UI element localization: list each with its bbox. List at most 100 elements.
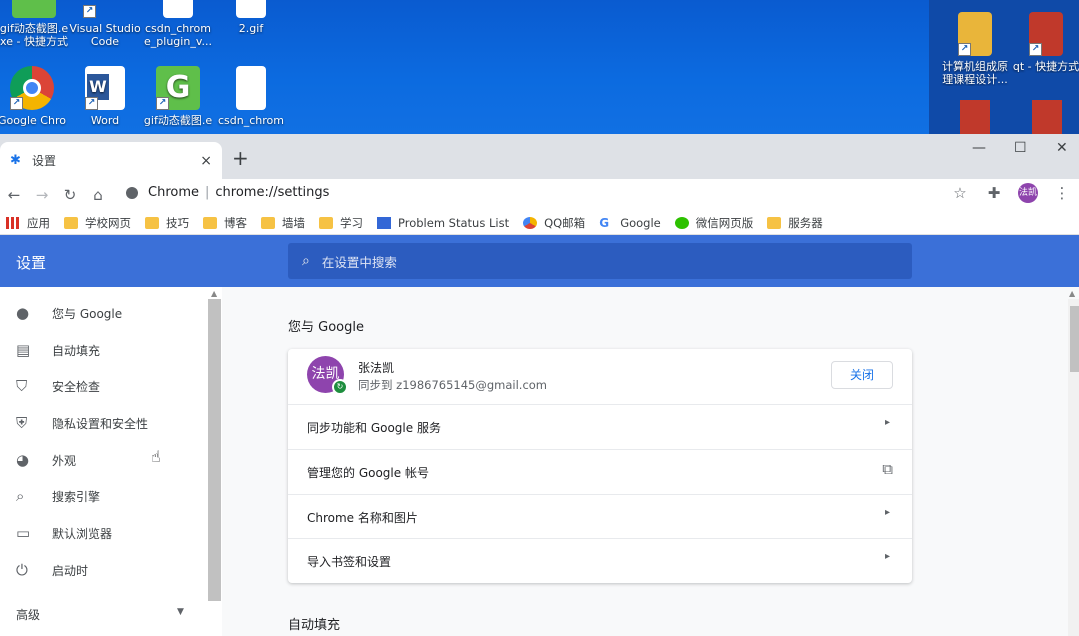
- desktop-icon[interactable]: gif动态截图.e xe - 快捷方式: [0, 0, 72, 48]
- shortcut-arrow-icon: ↗: [85, 97, 98, 110]
- bookmark-folder[interactable]: 服务器: [767, 215, 823, 231]
- main-scrollbar-thumb[interactable]: [1070, 306, 1079, 372]
- scroll-up-arrow-icon[interactable]: ▲: [211, 289, 217, 298]
- shortcut-arrow-icon: ↗: [10, 97, 23, 110]
- sidebar-advanced[interactable]: 高级: [16, 606, 40, 623]
- word-icon: W ↗: [85, 66, 125, 110]
- row-import-bookmarks[interactable]: 导入书签和设置 ▸: [288, 538, 912, 583]
- sidebar-scrollbar[interactable]: [208, 299, 221, 601]
- desktop-icon[interactable]: csdn_chrom e_plugin_v...: [140, 0, 216, 48]
- bookmark-folder[interactable]: 技巧: [145, 215, 189, 231]
- desktop-icon[interactable]: ↗ 计算机组成原 理课程设计...: [937, 12, 1013, 86]
- address-bar[interactable]: Chrome | chrome://settings: [126, 185, 329, 200]
- sidebar-item-safety-check[interactable]: ⛉ 安全检查: [0, 368, 208, 404]
- chevron-right-icon: ▸: [884, 507, 890, 518]
- reload-icon[interactable]: ↻: [56, 186, 84, 204]
- bookmark-link[interactable]: 微信网页版: [674, 215, 754, 231]
- gif-tool-icon: [12, 0, 56, 18]
- menu-icon[interactable]: ⋮: [1045, 184, 1079, 202]
- tab-settings[interactable]: ✱ 设置 ×: [0, 142, 222, 179]
- forward-icon[interactable]: →: [28, 186, 56, 204]
- sidebar-item-label: 安全检查: [52, 379, 101, 394]
- gear-icon: ✱: [10, 152, 21, 168]
- section-title-you-google: 您与 Google: [288, 320, 364, 335]
- archive-icon[interactable]: [1032, 100, 1062, 134]
- bookmarks-bar: 应用 学校网页 技巧 博客 墙墙 学习 Problem Status List …: [0, 211, 1079, 235]
- sidebar-item-autofill[interactable]: ▤ 自动填充: [0, 332, 208, 368]
- qqmail-icon: [523, 216, 538, 229]
- bookmark-label: QQ邮箱: [544, 215, 586, 230]
- sidebar-item-on-startup[interactable]: ⏻ 启动时: [0, 552, 208, 588]
- shield-icon: ⛨: [16, 414, 28, 432]
- sidebar-item-label: 搜索引擎: [52, 489, 101, 504]
- row-label: 管理您的 Google 帐号: [307, 466, 429, 480]
- shield-check-icon: ⛉: [16, 377, 28, 395]
- folder-icon: [319, 216, 333, 229]
- bookmark-folder[interactable]: 墙墙: [261, 215, 305, 231]
- chrome-logo-icon: [126, 186, 138, 199]
- row-sync-services[interactable]: 同步功能和 Google 服务 ▸: [288, 404, 912, 449]
- desktop-icon[interactable]: ↗ Google Chro: [0, 66, 70, 127]
- bookmark-folder[interactable]: 学习: [319, 215, 363, 231]
- scroll-up-arrow-icon[interactable]: ▲: [1069, 289, 1075, 298]
- minimize-button[interactable]: —: [972, 140, 986, 156]
- row-chrome-name-picture[interactable]: Chrome 名称和图片 ▸: [288, 494, 912, 539]
- bookmark-label: 服务器: [788, 215, 823, 230]
- desktop-icon[interactable]: ↗ qt - 快捷方式: [1008, 12, 1079, 73]
- bookmark-star-icon[interactable]: ☆: [943, 184, 977, 202]
- archive-icon[interactable]: [960, 100, 990, 134]
- browser-window-icon: ▭: [16, 524, 31, 542]
- bookmark-folder[interactable]: 学校网页: [64, 215, 131, 231]
- desktop-icon-label: csdn_chrom e_plugin_v...: [144, 22, 212, 48]
- browser-window: ✱ 设置 × + — ☐ ✕ ← → ↻ ⌂ Chrome | chrome:/…: [0, 134, 1079, 636]
- toolbar-right: ☆ ✚ 法凯 ⋮: [943, 183, 1079, 203]
- sidebar-item-label: 启动时: [52, 563, 89, 578]
- bookmark-link[interactable]: QQ邮箱: [523, 215, 585, 231]
- chevron-right-icon: ▸: [884, 417, 890, 428]
- bookmark-label: 微信网页版: [695, 215, 754, 230]
- search-icon: ⌕: [302, 253, 310, 269]
- settings-header: 设置 ⌕ 在设置中搜索: [0, 235, 1079, 287]
- desktop-icon[interactable]: W ↗ Word: [67, 66, 143, 127]
- settings-sidebar: ● 您与 Google ▤ 自动填充 ⛉ 安全检查 ⛨ 隐私设置和安全性 ◕ 外…: [0, 287, 222, 636]
- toolbar: ← → ↻ ⌂ Chrome | chrome://settings ☆ ✚ 法…: [0, 179, 1079, 211]
- sidebar-item-you-google[interactable]: ● 您与 Google: [0, 295, 208, 331]
- settings-title: 设置: [16, 254, 47, 272]
- profile-avatar[interactable]: 法凯: [1018, 183, 1038, 203]
- bookmark-apps[interactable]: 应用: [6, 215, 50, 231]
- sidebar-item-default-browser[interactable]: ▭ 默认浏览器: [0, 515, 208, 551]
- address-url: chrome://settings: [215, 185, 330, 200]
- desktop-icon-label: 计算机组成原 理课程设计...: [942, 60, 1008, 86]
- home-icon[interactable]: ⌂: [84, 186, 112, 204]
- bookmark-label: 墙墙: [282, 215, 305, 230]
- desktop-icon[interactable]: ↗ Visual Studio Code: [67, 0, 143, 48]
- sidebar-item-privacy[interactable]: ⛨ 隐私设置和安全性: [0, 405, 208, 441]
- desktop-icon-label: Google Chro: [0, 114, 66, 127]
- bookmark-folder[interactable]: 博客: [203, 215, 247, 231]
- bookmark-label: 博客: [224, 215, 247, 230]
- bookmark-link[interactable]: G Google: [599, 216, 661, 230]
- sidebar-item-label: 您与 Google: [52, 306, 123, 321]
- tab-close-icon[interactable]: ×: [200, 153, 212, 169]
- new-tab-button[interactable]: +: [232, 146, 249, 170]
- sidebar-item-label: 隐私设置和安全性: [52, 416, 149, 431]
- sidebar-item-search-engine[interactable]: ⌕ 搜索引擎: [0, 478, 208, 514]
- close-window-button[interactable]: ✕: [1056, 140, 1068, 156]
- hand-cursor-icon: ☝: [151, 447, 161, 466]
- extensions-icon[interactable]: ✚: [977, 184, 1011, 202]
- row-manage-account[interactable]: 管理您的 Google 帐号 ⧉: [288, 449, 912, 494]
- maximize-button[interactable]: ☐: [1014, 140, 1027, 156]
- google-icon: G: [599, 215, 610, 230]
- settings-search-input[interactable]: ⌕ 在设置中搜索: [288, 243, 912, 279]
- bookmark-link[interactable]: Problem Status List: [377, 216, 509, 230]
- turn-off-sync-button[interactable]: 关闭: [831, 361, 893, 389]
- page-icon: [377, 216, 391, 229]
- desktop-icon[interactable]: csdn_chrom: [213, 66, 289, 127]
- archive-icon: ↗: [1029, 12, 1063, 56]
- desktop-icon[interactable]: G ↗ gif动态截图.e: [140, 66, 216, 127]
- sidebar-item-appearance[interactable]: ◕ 外观: [0, 442, 208, 478]
- desktop-icon[interactable]: 2.gif: [213, 0, 289, 35]
- folder-icon: [767, 216, 782, 229]
- back-icon[interactable]: ←: [0, 186, 28, 204]
- chevron-down-icon[interactable]: ▼: [177, 607, 184, 617]
